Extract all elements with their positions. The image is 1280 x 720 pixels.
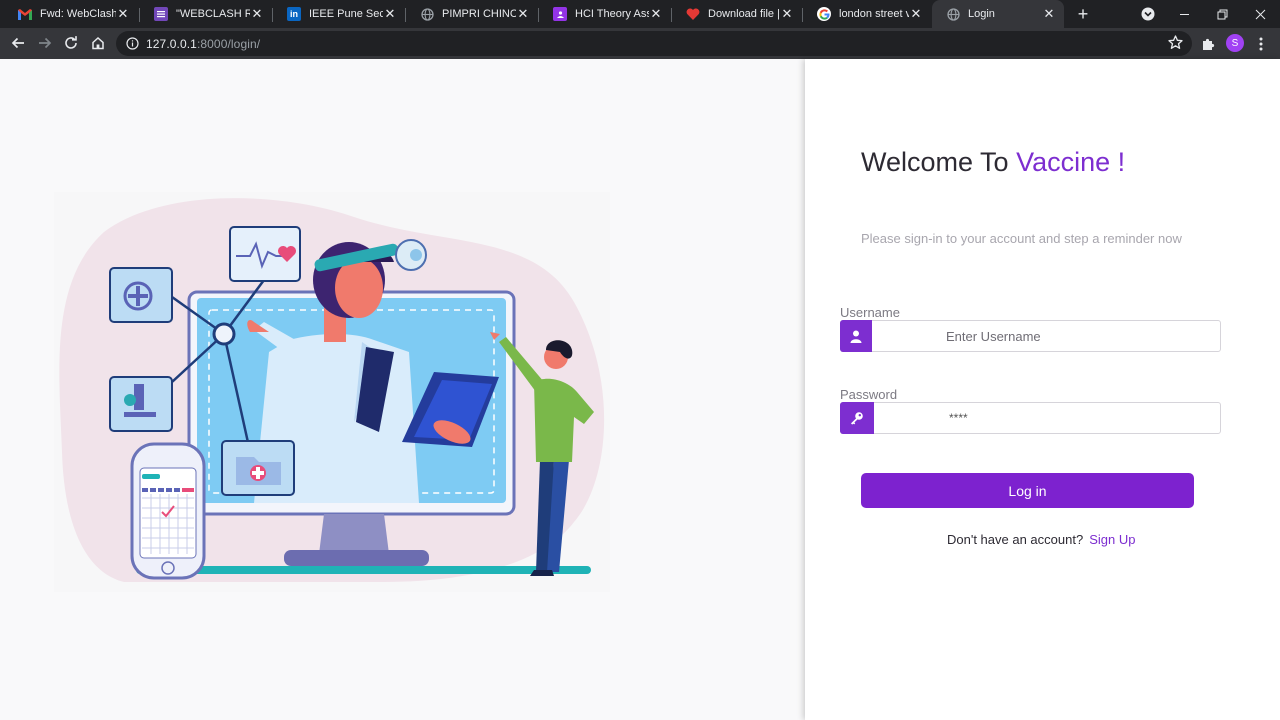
tab-ieee-pune[interactable]: in IEEE Pune Section ✕ bbox=[273, 0, 405, 28]
tab-london-street-view[interactable]: london street vie ✕ bbox=[803, 0, 931, 28]
minimize-icon bbox=[1179, 13, 1189, 15]
menu-button[interactable] bbox=[1250, 33, 1272, 55]
tab-search-button[interactable] bbox=[1130, 0, 1166, 28]
login-subtitle: Please sign-in to your account and step … bbox=[861, 231, 1182, 246]
page-title: Welcome To Vaccine ! bbox=[861, 147, 1125, 178]
gmail-icon bbox=[18, 7, 32, 21]
password-field bbox=[840, 402, 1221, 434]
extensions-button[interactable] bbox=[1197, 33, 1219, 55]
signup-prompt: Don't have an account? Sign Up bbox=[947, 532, 1135, 547]
app-name: Vaccine ! bbox=[1016, 147, 1126, 177]
restore-icon bbox=[1217, 9, 1227, 19]
google-icon bbox=[817, 7, 831, 21]
close-window-button[interactable] bbox=[1242, 0, 1278, 28]
forms-icon bbox=[154, 7, 168, 21]
reload-icon bbox=[65, 36, 77, 49]
tab-title: Login bbox=[968, 8, 995, 20]
tab-title: PIMPRI CHINCHW bbox=[442, 8, 516, 20]
bookmark-star-icon[interactable] bbox=[1168, 35, 1183, 55]
arrow-left-icon bbox=[11, 37, 24, 49]
user-icon bbox=[840, 320, 872, 352]
url-host: 127.0.0.1 bbox=[146, 36, 197, 51]
welcome-text: Welcome To bbox=[861, 147, 1017, 177]
tab-login[interactable]: Login ✕ bbox=[932, 0, 1064, 28]
password-label: Password bbox=[840, 387, 898, 402]
tab-title: "WEBCLASH REGI bbox=[176, 8, 250, 20]
close-tab-icon[interactable]: ✕ bbox=[780, 6, 794, 22]
classroom-icon bbox=[553, 7, 567, 21]
url-text: 127.0.0.1:8000/login/ bbox=[146, 37, 260, 51]
key-icon bbox=[840, 402, 874, 434]
close-tab-icon[interactable]: ✕ bbox=[383, 6, 397, 22]
tab-title: Fwd: WebClash: Fi bbox=[40, 8, 116, 20]
chevron-down-icon bbox=[1141, 7, 1155, 21]
close-icon bbox=[1255, 9, 1265, 19]
close-tab-icon[interactable]: ✕ bbox=[1042, 6, 1056, 22]
signup-link[interactable]: Sign Up bbox=[1089, 532, 1135, 547]
home-icon bbox=[92, 36, 104, 50]
username-input[interactable] bbox=[875, 321, 1215, 351]
back-button[interactable] bbox=[7, 32, 29, 54]
home-button[interactable] bbox=[87, 32, 109, 54]
tab-hci-assignment[interactable]: HCI Theory Assig ✕ bbox=[539, 0, 671, 28]
minimize-button[interactable] bbox=[1166, 0, 1202, 28]
browser-tab-strip: Fwd: WebClash: Fi ✕ "WEBCLASH REGI ✕ in … bbox=[0, 0, 1280, 28]
reload-button[interactable] bbox=[60, 32, 82, 54]
login-page: Welcome To Vaccine ! Please sign-in to y… bbox=[0, 59, 1280, 720]
login-button[interactable]: Log in bbox=[861, 473, 1194, 508]
profile-avatar[interactable]: S bbox=[1226, 34, 1244, 52]
close-tab-icon[interactable]: ✕ bbox=[909, 6, 923, 22]
username-label: Username bbox=[840, 305, 900, 320]
tab-pimpri[interactable]: PIMPRI CHINCHW ✕ bbox=[406, 0, 538, 28]
puzzle-icon bbox=[1203, 38, 1215, 50]
tab-download-file[interactable]: Download file | iL ✕ bbox=[672, 0, 802, 28]
new-tab-button[interactable]: + bbox=[1073, 4, 1093, 24]
browser-toolbar: 127.0.0.1:8000/login/ bbox=[0, 28, 1280, 59]
heart-icon bbox=[686, 7, 700, 21]
globe-icon bbox=[946, 7, 960, 21]
close-tab-icon[interactable]: ✕ bbox=[649, 6, 663, 22]
tab-title: HCI Theory Assig bbox=[575, 8, 649, 20]
more-vertical-icon bbox=[1259, 37, 1263, 51]
restore-button[interactable] bbox=[1204, 0, 1240, 28]
tab-title: london street vie bbox=[839, 8, 909, 20]
info-icon[interactable] bbox=[124, 36, 140, 52]
tab-gmail[interactable]: Fwd: WebClash: Fi ✕ bbox=[4, 0, 138, 28]
forward-button[interactable] bbox=[34, 32, 56, 54]
close-tab-icon[interactable]: ✕ bbox=[116, 6, 130, 22]
tab-title: IEEE Pune Section bbox=[309, 8, 383, 20]
url-path: :8000/login/ bbox=[196, 36, 261, 51]
tab-webclash-form[interactable]: "WEBCLASH REGI ✕ bbox=[140, 0, 272, 28]
signup-prompt-text: Don't have an account? bbox=[947, 532, 1084, 547]
telemedicine-illustration bbox=[54, 192, 610, 592]
illustration-pane bbox=[0, 59, 805, 720]
close-tab-icon[interactable]: ✕ bbox=[250, 6, 264, 22]
close-tab-icon[interactable]: ✕ bbox=[516, 6, 530, 22]
globe-icon bbox=[420, 7, 434, 21]
tab-title: Download file | iL bbox=[708, 8, 780, 20]
arrow-right-icon bbox=[39, 37, 52, 49]
password-input[interactable] bbox=[877, 403, 1217, 433]
login-panel: Welcome To Vaccine ! Please sign-in to y… bbox=[805, 59, 1280, 720]
linkedin-icon: in bbox=[287, 7, 301, 21]
address-bar[interactable]: 127.0.0.1:8000/login/ bbox=[116, 31, 1192, 56]
username-field bbox=[840, 320, 1221, 352]
